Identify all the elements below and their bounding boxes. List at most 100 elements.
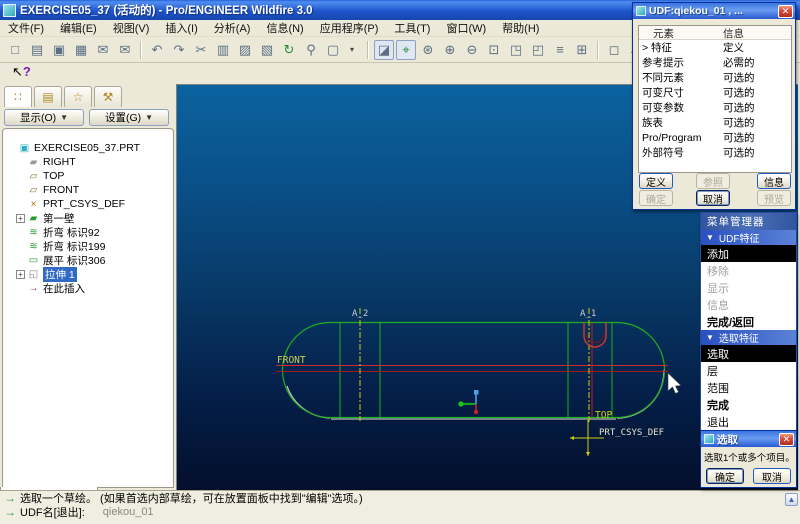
undo-icon[interactable]: ↶ <box>147 40 167 60</box>
show-dropdown-button[interactable]: 显示(O) ▼ <box>4 109 84 126</box>
udf-element-name: 参考提示 <box>639 55 723 70</box>
bend-icon: ≋ <box>27 241 40 252</box>
udf-element-row[interactable]: Pro/Program可选的 <box>639 130 791 145</box>
tree-row[interactable]: +▰第一壁 <box>3 211 173 225</box>
define-button[interactable]: 定义 <box>639 173 673 189</box>
menu-manager-item[interactable]: 选取 <box>701 345 796 362</box>
favorites-tab[interactable]: ☆ <box>64 86 92 107</box>
save-icon[interactable]: ▣ <box>49 40 69 60</box>
menu-manager-item[interactable]: 层 <box>701 362 796 379</box>
navigator-tabs: ∷▤☆⚒ <box>0 84 176 107</box>
new-file-icon[interactable]: □ <box>5 40 25 60</box>
udf-element-row[interactable]: 外部符号可选的 <box>639 145 791 160</box>
udf-element-row[interactable]: 族表可选的 <box>639 115 791 130</box>
close-icon[interactable]: ✕ <box>778 5 793 18</box>
cancel-button[interactable]: 取消 <box>696 190 730 206</box>
select-dialog-titlebar[interactable]: 选取 ✕ <box>701 431 796 447</box>
select-cancel-button[interactable]: 取消 <box>753 468 791 484</box>
paste-special-icon[interactable]: ▧ <box>257 40 277 60</box>
tree-row[interactable]: ×PRT_CSYS_DEF <box>3 197 173 211</box>
tree-expander-icon[interactable]: + <box>16 214 25 223</box>
paste-icon[interactable]: ▨ <box>235 40 255 60</box>
menu-item-2[interactable]: 视图(V) <box>105 19 158 37</box>
menu-item-4[interactable]: 分析(A) <box>206 19 259 37</box>
udf-element-name: 外部符号 <box>639 145 723 160</box>
menu-item-3[interactable]: 插入(I) <box>157 19 205 37</box>
udf-element-row[interactable]: > 特征定义 <box>639 40 791 55</box>
select-box-icon[interactable]: ▢ <box>323 40 343 60</box>
udf-element-row[interactable]: 可变参数可选的 <box>639 100 791 115</box>
info-button[interactable]: 信息 <box>757 173 791 189</box>
udf-element-row[interactable]: 不同元素可选的 <box>639 70 791 85</box>
menu-section-header[interactable]: ▼选取特征 <box>701 330 796 345</box>
menu-manager-item[interactable]: 完成/返回 <box>701 313 796 330</box>
default-view-icon[interactable]: ◻ <box>604 40 624 60</box>
select-caret-icon[interactable]: ▾ <box>342 40 362 60</box>
menu-item-7[interactable]: 工具(T) <box>386 19 438 37</box>
menu-item-8[interactable]: 窗口(W) <box>438 19 494 37</box>
find-icon[interactable]: ⚲ <box>301 40 321 60</box>
orient-mode-icon[interactable]: ⊛ <box>418 40 438 60</box>
part-icon: ▣ <box>18 143 31 154</box>
menu-item-0[interactable]: 文件(F) <box>0 19 52 37</box>
menu-section-label: UDF特征 <box>719 230 760 245</box>
menu-section-header[interactable]: ▼UDF特征 <box>701 230 796 245</box>
zoom-out-icon[interactable]: ⊖ <box>462 40 482 60</box>
spin-center-icon[interactable]: ⌖ <box>396 40 416 60</box>
menu-item-5[interactable]: 信息(N) <box>258 19 311 37</box>
regenerate-icon[interactable]: ↻ <box>279 40 299 60</box>
udf-element-list[interactable]: 元素信息> 特征定义参考提示必需的不同元素可选的可变尺寸可选的可变参数可选的族表… <box>638 25 792 173</box>
select-ok-button[interactable]: 确定 <box>706 468 744 484</box>
cut-icon[interactable]: ✂ <box>191 40 211 60</box>
udf-dialog-titlebar[interactable]: UDF:qiekou_01 , ... ✕ <box>633 3 795 19</box>
select-dialog: 选取 ✕ 选取1个或多个项目。 确定 取消 <box>700 430 797 488</box>
model-tree-tab[interactable]: ∷ <box>4 86 32 107</box>
ok-button: 确定 <box>639 190 673 206</box>
context-help-icon[interactable]: ↖? <box>12 64 36 82</box>
print-icon[interactable]: ▦ <box>71 40 91 60</box>
mail-send-icon[interactable]: ✉ <box>93 40 113 60</box>
settings-dropdown-button[interactable]: 设置(G) ▼ <box>89 109 169 126</box>
tree-item-label: PRT_CSYS_DEF <box>43 198 125 210</box>
menu-manager-title[interactable]: 菜单管理器 <box>701 213 796 230</box>
menu-manager-panel: 菜单管理器 ▼UDF特征添加移除显示信息完成/返回▼选取特征选取层范围完成退出 <box>700 212 797 431</box>
extrude-icon: ◱ <box>27 269 40 280</box>
datum-display-icon[interactable]: ◪ <box>374 40 394 60</box>
tree-row[interactable]: ≋折弯 标识199 <box>3 239 173 253</box>
tree-expander-icon[interactable]: + <box>16 270 25 279</box>
open-file-icon[interactable]: ▤ <box>27 40 47 60</box>
menu-item-1[interactable]: 编辑(E) <box>52 19 105 37</box>
tree-row[interactable]: ▰RIGHT <box>3 155 173 169</box>
message-area: → 选取一个草绘。 (如果首选内部草绘，可在放置面板中找到"编辑"选项。) → … <box>0 490 800 524</box>
close-icon[interactable]: ✕ <box>779 433 794 446</box>
menu-item-6[interactable]: 应用程序(P) <box>312 19 387 37</box>
copy-icon[interactable]: ▥ <box>213 40 233 60</box>
menu-item-9[interactable]: 帮助(H) <box>494 19 547 37</box>
menu-manager-item[interactable]: 范围 <box>701 379 796 396</box>
mail-view-icon[interactable]: ✉ <box>115 40 135 60</box>
udf-element-row[interactable]: 参考提示必需的 <box>639 55 791 70</box>
zoom-in-icon[interactable]: ⊕ <box>440 40 460 60</box>
menu-manager-item[interactable]: 添加 <box>701 245 796 262</box>
message-scroll-up-button[interactable]: ▲ <box>785 493 798 506</box>
reorient-icon[interactable]: ◳ <box>506 40 526 60</box>
tree-row[interactable]: ▭展平 标识306 <box>3 253 173 267</box>
tree-item-label: 拉伸 1 <box>43 267 77 282</box>
tree-row[interactable]: ≋折弯 标识92 <box>3 225 173 239</box>
folder-browser-tab[interactable]: ▤ <box>34 86 62 107</box>
udf-dialog-title: UDF:qiekou_01 , ... <box>649 5 778 17</box>
saved-views-icon[interactable]: ◰ <box>528 40 548 60</box>
redo-icon[interactable]: ↷ <box>169 40 189 60</box>
tree-row[interactable]: ▱TOP <box>3 169 173 183</box>
tree-row[interactable]: ▱FRONT <box>3 183 173 197</box>
view-manager-icon[interactable]: ⊞ <box>572 40 592 60</box>
layers-icon[interactable]: ≡ <box>550 40 570 60</box>
tree-row[interactable]: →在此插入 <box>3 281 173 295</box>
refit-icon[interactable]: ⊡ <box>484 40 504 60</box>
udf-element-row[interactable]: 可变尺寸可选的 <box>639 85 791 100</box>
menu-manager-item[interactable]: 退出 <box>701 413 796 430</box>
tree-row[interactable]: ▣EXERCISE05_37.PRT <box>3 141 173 155</box>
menu-manager-item[interactable]: 完成 <box>701 396 796 413</box>
connections-tab[interactable]: ⚒ <box>94 86 122 107</box>
tree-row[interactable]: +◱拉伸 1 <box>3 267 173 281</box>
